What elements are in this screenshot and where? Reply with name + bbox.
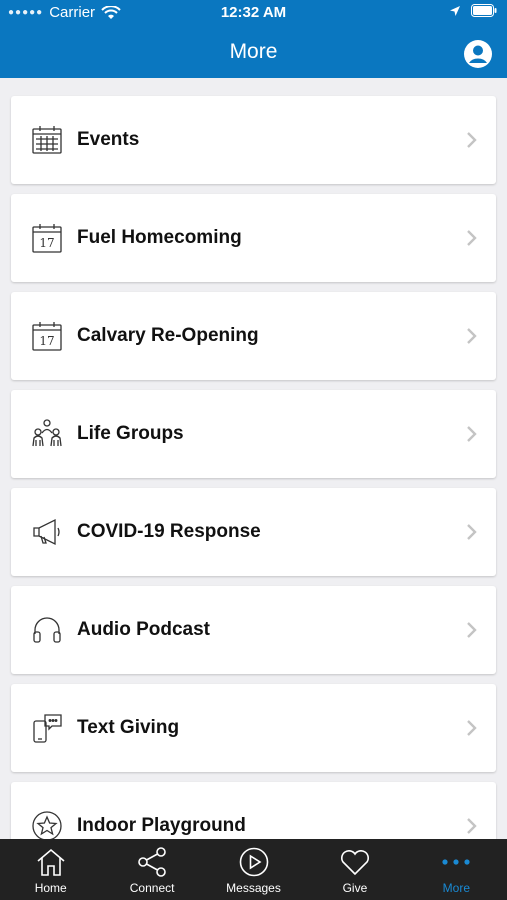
profile-icon[interactable]	[463, 39, 493, 69]
calendar-day-number: 17	[39, 236, 54, 250]
menu-item-label: Life Groups	[77, 423, 184, 444]
megaphone-icon	[30, 515, 64, 549]
star-circle-icon	[30, 809, 64, 839]
tab-label: Home	[34, 881, 67, 895]
menu-item-label: Audio Podcast	[77, 619, 211, 640]
header-bar: ●●●●● Carrier 12:32 AM More	[0, 0, 507, 78]
page-title: More	[229, 40, 278, 63]
chevron-right-icon	[467, 524, 477, 540]
status-bar: ●●●●● Carrier 12:32 AM	[0, 0, 507, 26]
menu-item-events[interactable]: Events	[11, 96, 496, 184]
tab-connect[interactable]: Connect	[101, 839, 202, 900]
status-time: 12:32 AM	[220, 4, 287, 21]
menu-item-label: Events	[77, 129, 140, 150]
menu-item-label: Indoor Playground	[77, 815, 246, 836]
headphones-icon	[30, 613, 64, 647]
calendar-day-icon: 17	[30, 221, 64, 255]
share-icon	[138, 847, 166, 877]
tab-home[interactable]: Home	[0, 839, 101, 900]
tab-label: More	[442, 881, 470, 895]
location-arrow-icon	[450, 5, 460, 16]
more-dots-icon	[442, 859, 470, 865]
chevron-right-icon	[467, 622, 477, 638]
menu-item-calvary-reopening[interactable]: 17 Calvary Re-Opening	[11, 292, 496, 380]
chevron-right-icon	[467, 230, 477, 246]
menu-item-fuel-homecoming[interactable]: 17 Fuel Homecoming	[11, 194, 496, 282]
chevron-right-icon	[467, 132, 477, 148]
home-icon	[37, 848, 65, 876]
battery-icon	[471, 4, 497, 17]
calendar-grid-icon	[30, 123, 64, 157]
tab-bar: Home Connect Messages Give More	[0, 839, 507, 900]
menu-item-label: Calvary Re-Opening	[77, 325, 259, 346]
menu-item-text-giving[interactable]: Text Giving	[11, 684, 496, 772]
calendar-day-icon: 17	[30, 319, 64, 353]
menu-item-label: COVID-19 Response	[77, 521, 261, 542]
chevron-right-icon	[467, 720, 477, 736]
tab-label: Messages	[226, 881, 281, 895]
tab-label: Give	[342, 881, 368, 895]
menu-item-label: Text Giving	[77, 717, 180, 738]
tab-label: Connect	[129, 881, 175, 895]
menu-item-indoor-playground[interactable]: Indoor Playground	[11, 782, 496, 839]
menu-item-audio-podcast[interactable]: Audio Podcast	[11, 586, 496, 674]
phone-message-icon	[30, 711, 64, 745]
menu-item-covid-response[interactable]: COVID-19 Response	[11, 488, 496, 576]
people-group-icon	[30, 417, 64, 451]
tab-more[interactable]: More	[406, 839, 507, 900]
heart-icon	[340, 850, 369, 876]
chevron-right-icon	[467, 426, 477, 442]
chevron-right-icon	[467, 818, 477, 834]
play-circle-icon	[239, 847, 268, 877]
more-menu-list: Events 17 Fuel Homecoming 17 Calvary Re-…	[0, 78, 507, 839]
tab-give[interactable]: Give	[304, 839, 405, 900]
chevron-right-icon	[467, 328, 477, 344]
menu-item-label: Fuel Homecoming	[77, 227, 242, 248]
calendar-day-number: 17	[39, 334, 54, 348]
menu-item-life-groups[interactable]: Life Groups	[11, 390, 496, 478]
tab-messages[interactable]: Messages	[203, 839, 304, 900]
